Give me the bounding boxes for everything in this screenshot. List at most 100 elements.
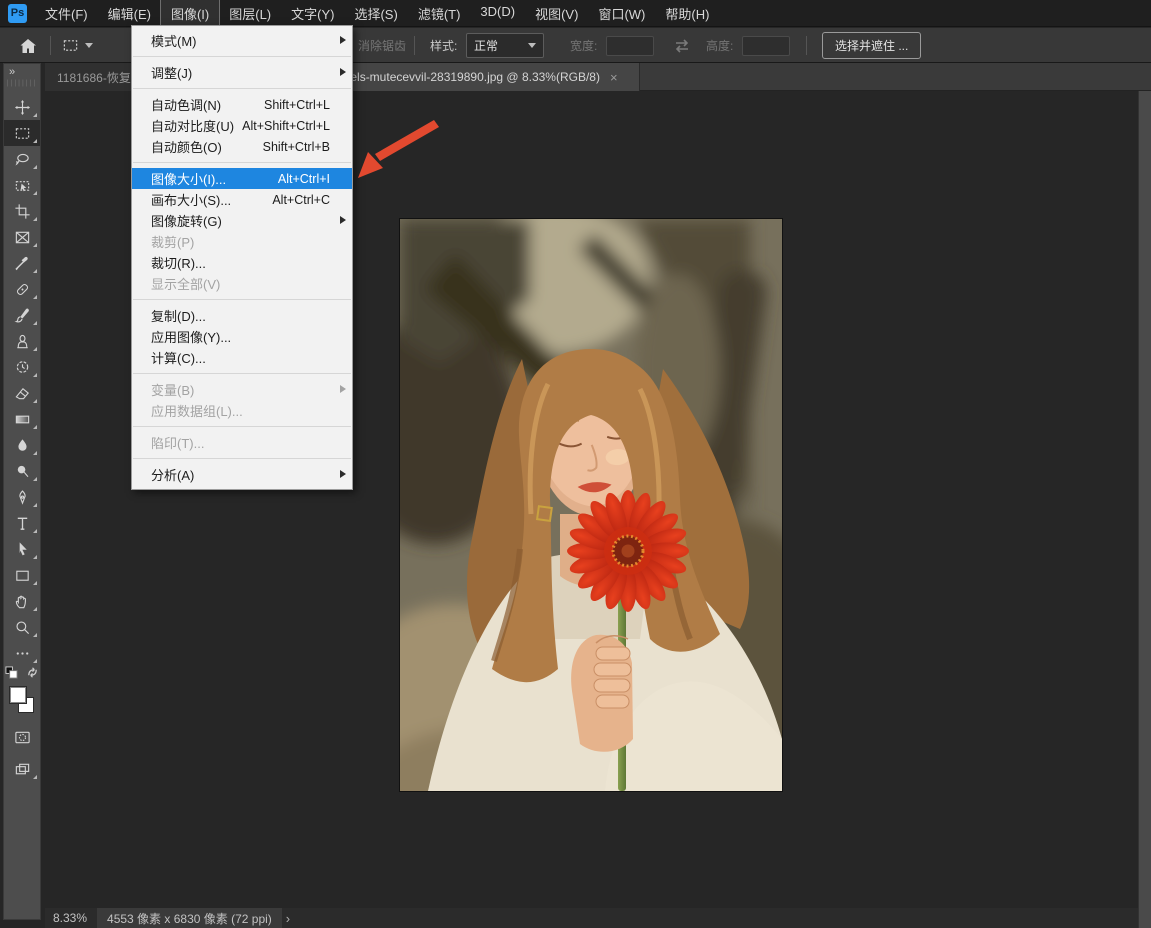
- document-tab[interactable]: pexels-mutecevvil-28319890.jpg @ 8.33%(R…: [319, 63, 640, 91]
- menu-item: 应用数据组(L)...: [132, 400, 352, 421]
- menu-item[interactable]: 复制(D)...: [132, 305, 352, 326]
- menu-item[interactable]: 图像大小(I)...Alt+Ctrl+I: [132, 168, 352, 189]
- rectangle-tool[interactable]: [4, 562, 40, 588]
- tool-preset-button[interactable]: [62, 28, 93, 63]
- menu-item-label: 应用图像(Y)...: [151, 327, 330, 346]
- menu-separator: [133, 426, 351, 427]
- menu-item-label: 图像大小(I)...: [151, 169, 278, 188]
- zoom-tool[interactable]: [4, 614, 40, 640]
- screen-mode-button[interactable]: [4, 756, 40, 782]
- menu-item[interactable]: 应用图像(Y)...: [132, 326, 352, 347]
- menu-separator: [133, 299, 351, 300]
- menu-item-label: 自动对比度(U): [151, 116, 242, 135]
- menubar-item[interactable]: 图层(L): [219, 0, 281, 27]
- crop-tool[interactable]: [4, 198, 40, 224]
- menubar-item[interactable]: 3D(D): [470, 0, 525, 27]
- photoshop-window: Ps 文件(F)编辑(E)图像(I)图层(L)文字(Y)选择(S)滤镜(T)3D…: [0, 0, 1151, 928]
- eyedropper-tool-icon: [14, 255, 31, 272]
- hand-tool[interactable]: [4, 588, 40, 614]
- foreground-background-swatches[interactable]: [4, 684, 40, 718]
- options-divider: [414, 36, 415, 55]
- swap-dimensions-button[interactable]: [672, 28, 692, 63]
- menu-item-label: 自动色调(N): [151, 95, 264, 114]
- menu-separator: [133, 458, 351, 459]
- menu-item-label: 显示全部(V): [151, 274, 330, 293]
- menu-item[interactable]: 自动颜色(O)Shift+Ctrl+B: [132, 136, 352, 157]
- menu-item[interactable]: 调整(J): [132, 62, 352, 83]
- select-and-mask-button[interactable]: 选择并遮住 ...: [822, 32, 921, 59]
- panel-dock-collapsed[interactable]: [1138, 91, 1151, 928]
- menu-item[interactable]: 模式(M): [132, 30, 352, 51]
- object-selection-tool-icon: [14, 177, 31, 194]
- menubar-item[interactable]: 滤镜(T): [408, 0, 471, 27]
- edit-toolbar-ellipsis[interactable]: [4, 640, 40, 666]
- home-button[interactable]: [18, 28, 38, 63]
- menubar-item[interactable]: 文件(F): [35, 0, 98, 27]
- pen-tool[interactable]: [4, 484, 40, 510]
- height-label: 高度:: [706, 28, 733, 63]
- blur-tool[interactable]: [4, 432, 40, 458]
- clone-stamp-tool[interactable]: [4, 328, 40, 354]
- spot-healing-tool[interactable]: [4, 276, 40, 302]
- zoom-level-field[interactable]: 8.33%: [45, 911, 97, 925]
- history-brush-tool[interactable]: [4, 354, 40, 380]
- menubar-item[interactable]: 选择(S): [344, 0, 407, 27]
- toolbox-grip[interactable]: ||||||||: [4, 80, 40, 88]
- height-input[interactable]: [742, 36, 790, 56]
- move-tool[interactable]: [4, 94, 40, 120]
- spot-healing-tool-icon: [14, 281, 31, 298]
- menubar-item[interactable]: 视图(V): [525, 0, 588, 27]
- menubar-item[interactable]: 文字(Y): [281, 0, 344, 27]
- toolbox-expand-button[interactable]: »: [4, 64, 40, 80]
- width-input[interactable]: [606, 36, 654, 56]
- menu-item-label: 模式(M): [151, 31, 330, 50]
- menu-item-label: 复制(D)...: [151, 306, 330, 325]
- menu-item[interactable]: 计算(C)...: [132, 347, 352, 368]
- frame-tool[interactable]: [4, 224, 40, 250]
- quick-mask-button[interactable]: [4, 724, 40, 750]
- menubar-item[interactable]: 窗口(W): [588, 0, 655, 27]
- menu-item-label: 画布大小(S)...: [151, 190, 272, 209]
- lasso-tool-icon: [14, 151, 31, 168]
- status-chevron-icon[interactable]: ›: [282, 911, 290, 926]
- menu-separator: [133, 162, 351, 163]
- edit-toolbar-ellipsis-icon: [14, 645, 31, 662]
- lasso-tool[interactable]: [4, 146, 40, 172]
- eraser-tool[interactable]: [4, 380, 40, 406]
- menu-item[interactable]: 裁切(R)...: [132, 252, 352, 273]
- gradient-tool[interactable]: [4, 406, 40, 432]
- menu-item[interactable]: 画布大小(S)...Alt+Ctrl+C: [132, 189, 352, 210]
- default-colors-icon[interactable]: [5, 666, 18, 684]
- menu-item-label: 裁剪(P): [151, 232, 330, 251]
- width-label: 宽度:: [570, 28, 597, 63]
- menubar-item[interactable]: 帮助(H): [655, 0, 719, 27]
- menu-item-shortcut: Shift+Ctrl+B: [263, 140, 330, 154]
- dodge-tool[interactable]: [4, 458, 40, 484]
- menubar-item[interactable]: 编辑(E): [98, 0, 161, 27]
- style-select[interactable]: 正常: [466, 28, 544, 63]
- menu-item[interactable]: 分析(A): [132, 464, 352, 485]
- menu-item[interactable]: 自动对比度(U)Alt+Shift+Ctrl+L: [132, 115, 352, 136]
- path-selection-tool[interactable]: [4, 536, 40, 562]
- tab-close-icon[interactable]: ×: [610, 70, 618, 85]
- foreground-color-swatch[interactable]: [9, 686, 27, 704]
- options-divider: [50, 36, 51, 55]
- object-selection-tool[interactable]: [4, 172, 40, 198]
- type-tool[interactable]: [4, 510, 40, 536]
- menu-item: 裁剪(P): [132, 231, 352, 252]
- image-menu-dropdown: 模式(M) 调整(J) 自动色调(N)Shift+Ctrl+L自动对比度(U)Alt…: [131, 25, 353, 490]
- rectangular-marquee-tool[interactable]: [4, 120, 40, 146]
- style-label: 样式:: [430, 28, 457, 63]
- menu-item[interactable]: 图像旋转(G): [132, 210, 352, 231]
- swap-colors-icon[interactable]: [26, 666, 39, 684]
- brush-tool[interactable]: [4, 302, 40, 328]
- eraser-tool-icon: [14, 385, 31, 402]
- menu-item: 变量(B): [132, 379, 352, 400]
- menubar-item[interactable]: 图像(I): [161, 0, 219, 27]
- menu-item[interactable]: 自动色调(N)Shift+Ctrl+L: [132, 94, 352, 115]
- height-input-wrap: [742, 28, 790, 63]
- menu-item-label: 陷印(T)...: [151, 433, 330, 452]
- move-tool-icon: [14, 99, 31, 116]
- eyedropper-tool[interactable]: [4, 250, 40, 276]
- status-bar: 8.33% 4553 像素 x 6830 像素 (72 ppi) ›: [45, 908, 1138, 928]
